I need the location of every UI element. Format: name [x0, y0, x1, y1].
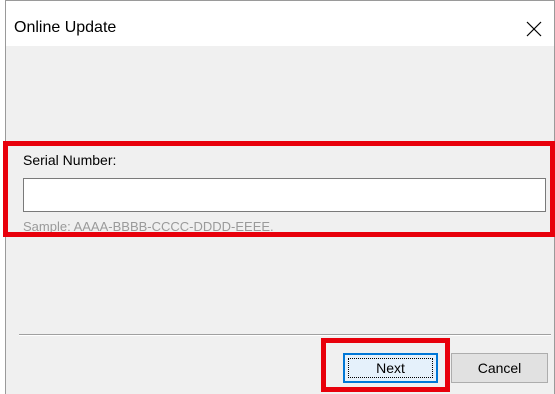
- next-button[interactable]: Next: [343, 353, 438, 383]
- serial-number-input[interactable]: [23, 178, 546, 212]
- divider: [19, 334, 551, 336]
- serial-number-label: Serial Number:: [23, 152, 117, 168]
- close-icon: [526, 21, 542, 37]
- close-button[interactable]: [514, 11, 554, 47]
- online-update-dialog: Online Update Serial Number: Sample: AAA…: [5, 0, 555, 394]
- cancel-button[interactable]: Cancel: [451, 353, 548, 383]
- title-bar: Online Update: [6, 0, 554, 46]
- dialog-title: Online Update: [14, 19, 117, 36]
- serial-sample-hint: Sample: AAAA-BBBB-CCCC-DDDD-EEEE.: [23, 219, 274, 234]
